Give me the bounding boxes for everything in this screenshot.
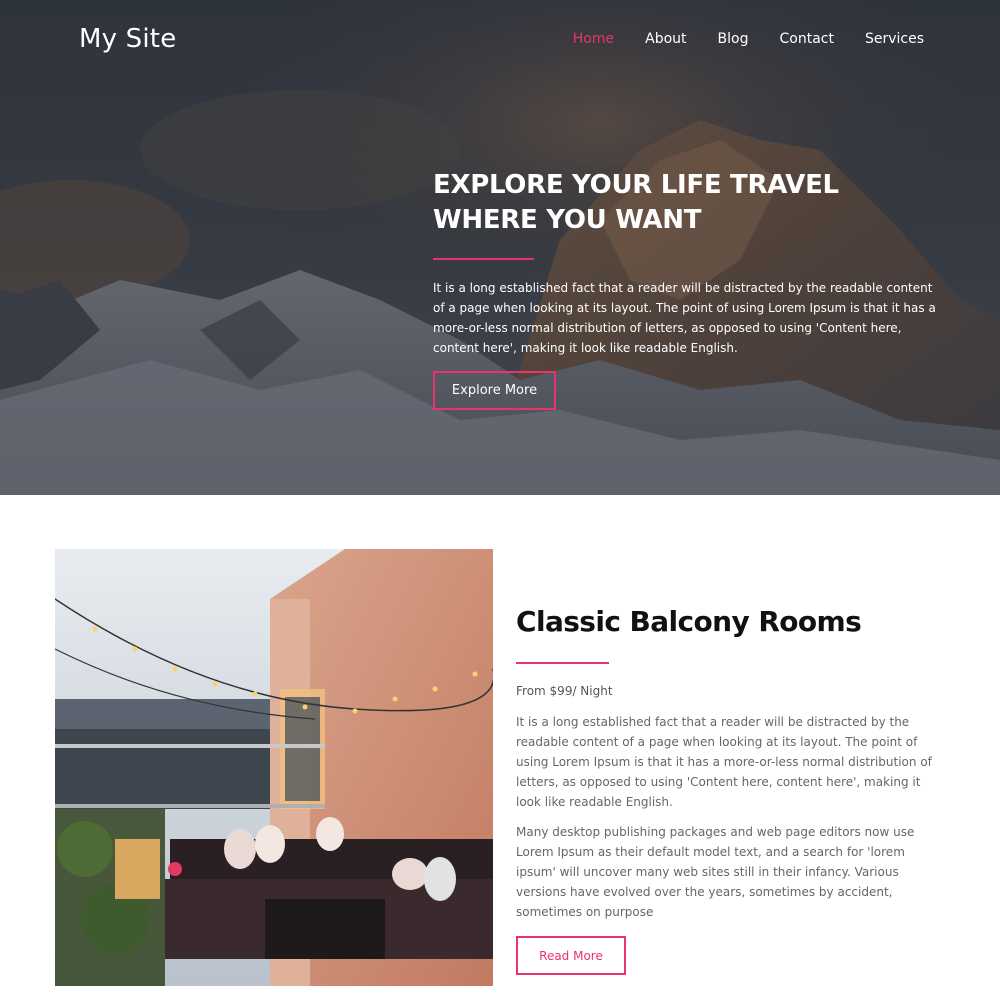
explore-more-button[interactable]: Explore More (433, 371, 556, 410)
read-more-button[interactable]: Read More (516, 936, 626, 975)
hero-title: EXPLORE YOUR LIFE TRAVEL WHERE YOU WANT (433, 170, 839, 235)
nav-item-home[interactable]: Home (573, 31, 614, 47)
room-price: From $99/ Night (516, 684, 613, 698)
room-description-1: It is a long established fact that a rea… (516, 715, 932, 809)
site-logo[interactable]: My Site (79, 24, 176, 54)
nav-item-blog[interactable]: Blog (718, 31, 749, 47)
hero-content: EXPLORE YOUR LIFE TRAVEL WHERE YOU WANT … (433, 168, 943, 410)
room-content: Classic Balcony Rooms From $99/ Night It… (516, 605, 941, 975)
top-navigation: My Site Home About Blog Contact Services (0, 0, 1000, 80)
hero-description: It is a long established fact that a rea… (433, 281, 936, 355)
nav-item-contact[interactable]: Contact (779, 31, 833, 47)
hero-section: My Site Home About Blog Contact Services… (0, 0, 1000, 495)
room-description-2: Many desktop publishing packages and web… (516, 825, 915, 919)
main-menu: Home About Blog Contact Services (542, 31, 924, 47)
nav-item-about[interactable]: About (645, 31, 686, 47)
balcony-room-image (55, 549, 493, 986)
hero-accent-divider (433, 258, 534, 260)
room-title: Classic Balcony Rooms (516, 605, 862, 638)
room-accent-divider (516, 662, 609, 664)
nav-item-services[interactable]: Services (865, 31, 924, 47)
